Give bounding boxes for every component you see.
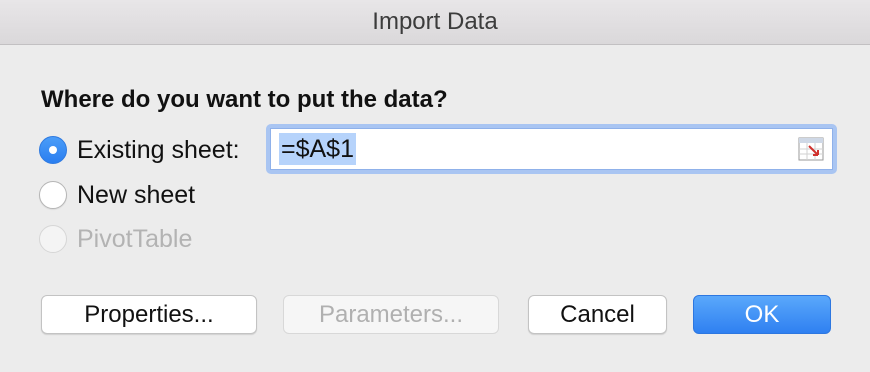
new-sheet-label: New sheet [77,180,196,209]
location-value[interactable]: =$A$1 [279,133,356,165]
collapse-dialog-icon[interactable] [798,137,824,161]
import-data-dialog: Import Data Where do you want to put the… [0,0,870,372]
existing-sheet-option[interactable]: Existing sheet: [39,133,240,167]
new-sheet-radio[interactable] [39,181,67,209]
question-heading: Where do you want to put the data? [41,86,448,113]
cancel-button[interactable]: Cancel [528,295,667,334]
new-sheet-option[interactable]: New sheet [39,178,195,212]
location-field[interactable]: =$A$1 [270,128,833,170]
parameters-button: Parameters... [283,295,499,334]
existing-sheet-label: Existing sheet: [77,135,240,164]
ok-button[interactable]: OK [693,295,831,334]
location-field-focus-ring: =$A$1 [266,124,837,174]
existing-sheet-radio[interactable] [39,136,67,164]
window-title: Import Data [0,0,870,45]
properties-button[interactable]: Properties... [41,295,257,334]
pivottable-radio [39,225,67,253]
pivottable-option: PivotTable [39,222,192,256]
pivottable-label: PivotTable [77,224,193,253]
